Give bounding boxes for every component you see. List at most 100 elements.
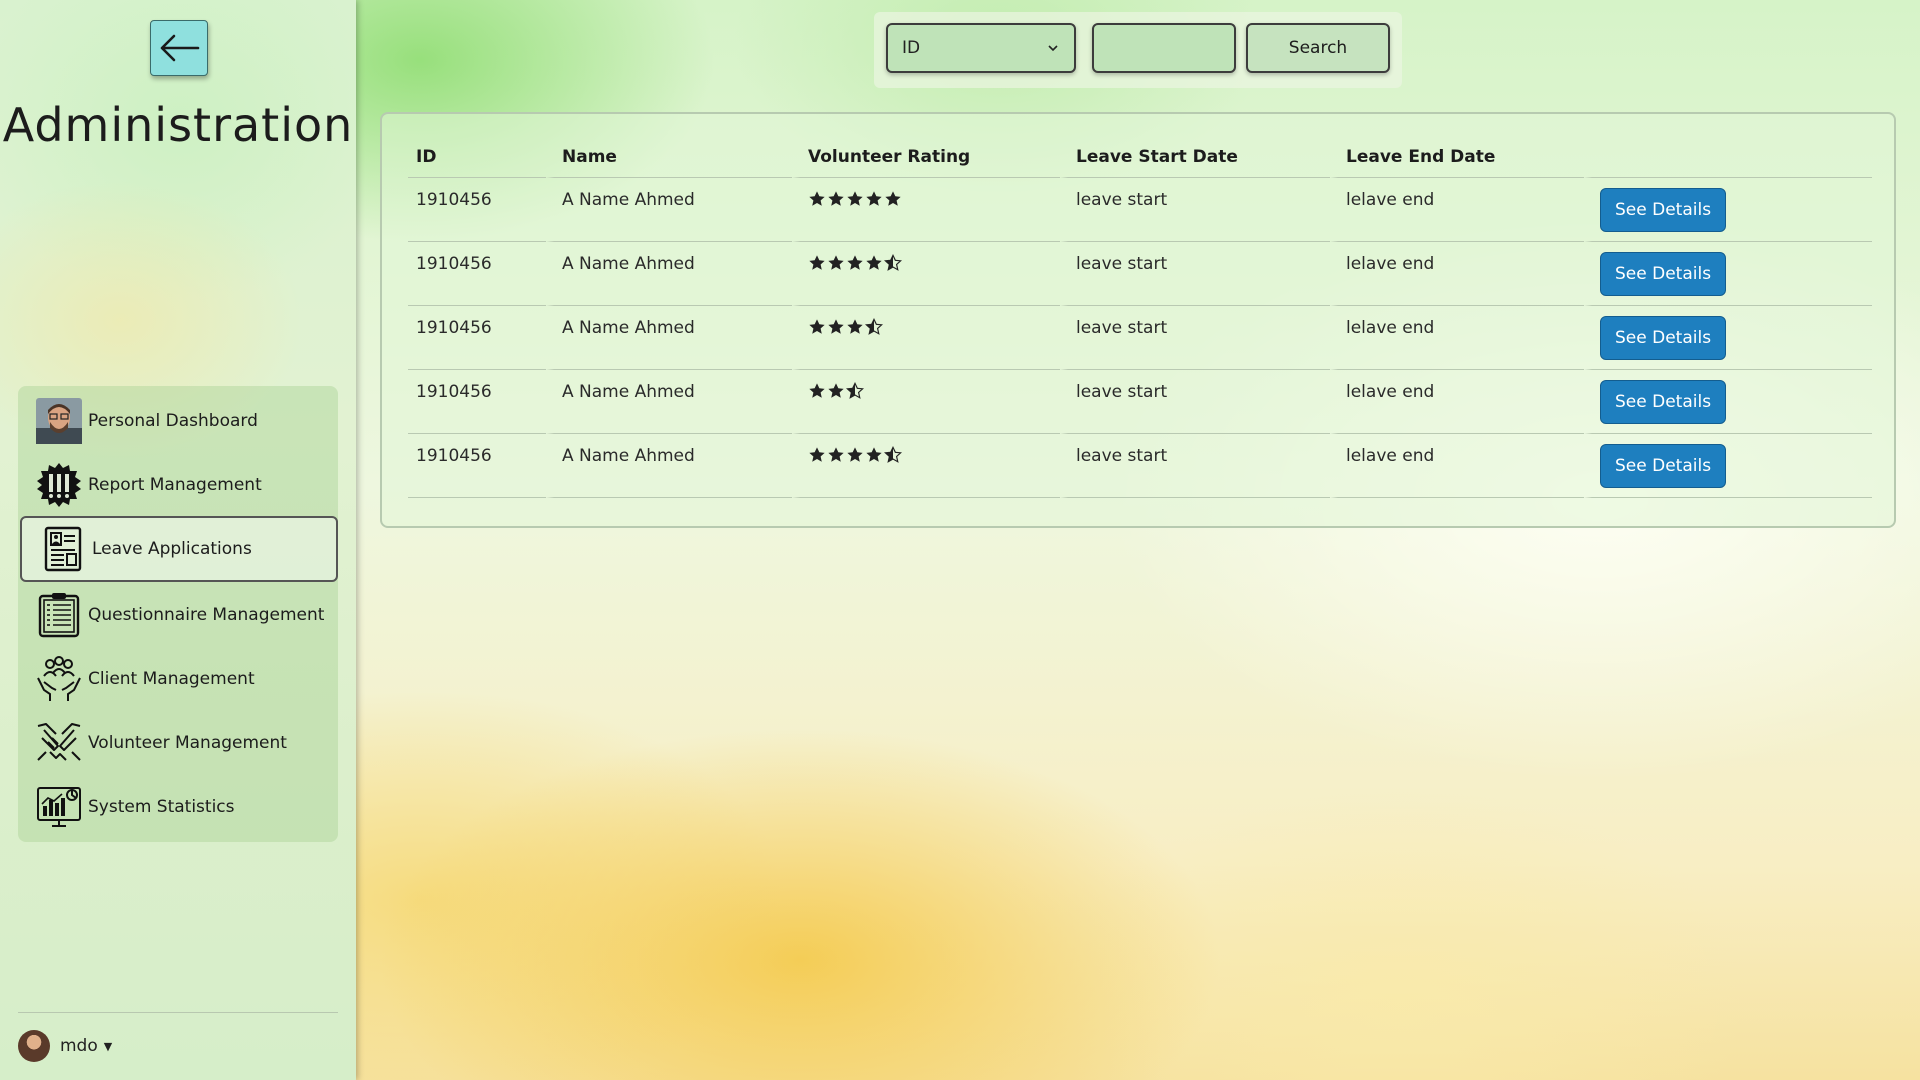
column-header-leave-start-date: Leave Start Date: [1060, 136, 1330, 178]
cell-name: A Name Ahmed: [546, 306, 792, 370]
see-details-button[interactable]: See Details: [1600, 252, 1727, 296]
column-header-actions: [1584, 136, 1872, 178]
leave-applications-table: ID Name Volunteer Rating Leave Start Dat…: [408, 136, 1872, 498]
user-photo-icon: [36, 398, 82, 444]
column-header-leave-end-date: Leave End Date: [1330, 136, 1584, 178]
star-filled-icon: [809, 447, 825, 462]
cell-rating: [792, 434, 1060, 498]
see-details-button[interactable]: See Details: [1600, 380, 1727, 424]
sidebar-item-leave-applications[interactable]: Leave Applications: [20, 516, 338, 582]
cell-leave-end: lelave end: [1330, 434, 1584, 498]
cell-rating: [792, 370, 1060, 434]
star-filled-icon: [828, 255, 844, 270]
sidebar-item-system-statistics[interactable]: System Statistics: [18, 776, 338, 838]
table-row: 1910456 A Name Ahmed leave start lelave …: [408, 434, 1872, 498]
star-filled-icon: [809, 383, 825, 398]
cell-id: 1910456: [408, 434, 546, 498]
cell-leave-start: leave start: [1060, 434, 1330, 498]
see-details-button[interactable]: See Details: [1600, 188, 1727, 232]
cell-id: 1910456: [408, 306, 546, 370]
column-header-volunteer-rating: Volunteer Rating: [792, 136, 1060, 178]
sidebar-item-label: Volunteer Management: [88, 733, 287, 753]
table-row: 1910456 A Name Ahmed leave start lelave …: [408, 306, 1872, 370]
search-filter-value: ID: [902, 38, 921, 58]
sidebar-item-questionnaire-management[interactable]: Questionnaire Management: [18, 584, 338, 646]
star-rating: [808, 318, 883, 336]
star-rating: [808, 190, 902, 208]
column-header-name: Name: [546, 136, 792, 178]
cell-action: See Details: [1584, 434, 1872, 498]
star-filled-icon: [809, 319, 825, 334]
star-filled-icon: [809, 255, 825, 270]
cell-action: See Details: [1584, 370, 1872, 434]
search-input[interactable]: [1092, 23, 1236, 73]
user-menu[interactable]: mdo ▼: [18, 1030, 112, 1062]
star-filled-icon: [828, 383, 844, 398]
star-filled-icon: [866, 447, 882, 462]
sidebar: Administration Personal Dashboard Report…: [0, 0, 356, 1080]
table-header-row: ID Name Volunteer Rating Leave Start Dat…: [408, 136, 1872, 178]
sidebar-divider: [18, 1012, 338, 1013]
arrow-left-icon: [160, 34, 200, 62]
sidebar-item-label: Leave Applications: [92, 539, 252, 559]
star-half-icon: [846, 382, 864, 399]
star-rating: [808, 254, 902, 272]
cell-leave-end: lelave end: [1330, 178, 1584, 242]
handshake-icon: [36, 720, 82, 766]
see-details-button[interactable]: See Details: [1600, 316, 1727, 360]
cell-name: A Name Ahmed: [546, 178, 792, 242]
see-details-button[interactable]: See Details: [1600, 444, 1727, 488]
sidebar-item-label: System Statistics: [88, 797, 235, 817]
sidebar-item-report-management[interactable]: Report Management: [18, 454, 338, 516]
avatar: [18, 1030, 50, 1062]
back-button[interactable]: [150, 20, 208, 76]
cell-rating: [792, 242, 1060, 306]
star-filled-icon: [847, 319, 863, 334]
sidebar-item-client-management[interactable]: Client Management: [18, 648, 338, 710]
cell-leave-start: leave start: [1060, 370, 1330, 434]
cell-leave-end: lelave end: [1330, 242, 1584, 306]
star-half-icon: [884, 446, 902, 463]
chevron-down-icon: [1048, 45, 1058, 52]
cell-leave-start: leave start: [1060, 306, 1330, 370]
star-filled-icon: [809, 191, 825, 206]
sidebar-menu: Personal Dashboard Report Management Lea…: [18, 386, 338, 842]
leave-applications-table-card: ID Name Volunteer Rating Leave Start Dat…: [380, 112, 1896, 528]
cell-action: See Details: [1584, 242, 1872, 306]
star-filled-icon: [885, 191, 901, 206]
search-bar: ID Search: [874, 12, 1402, 88]
search-button[interactable]: Search: [1246, 23, 1390, 73]
document-icon: [40, 526, 86, 572]
sidebar-item-label: Report Management: [88, 475, 262, 495]
cell-id: 1910456: [408, 242, 546, 306]
cell-action: See Details: [1584, 178, 1872, 242]
star-filled-icon: [847, 255, 863, 270]
star-filled-icon: [828, 191, 844, 206]
sidebar-item-volunteer-management[interactable]: Volunteer Management: [18, 712, 338, 774]
cell-leave-end: lelave end: [1330, 306, 1584, 370]
star-filled-icon: [847, 191, 863, 206]
star-rating: [808, 382, 864, 400]
people-hands-icon: [36, 656, 82, 702]
sidebar-item-personal-dashboard[interactable]: Personal Dashboard: [18, 390, 338, 452]
cell-leave-start: leave start: [1060, 242, 1330, 306]
caret-down-icon: ▼: [103, 1039, 113, 1053]
cell-name: A Name Ahmed: [546, 370, 792, 434]
star-filled-icon: [866, 191, 882, 206]
page-title: Administration: [2, 98, 354, 152]
star-filled-icon: [866, 255, 882, 270]
stats-monitor-icon: [36, 784, 82, 830]
table-row: 1910456 A Name Ahmed leave start lelave …: [408, 178, 1872, 242]
sidebar-item-label: Questionnaire Management: [88, 605, 325, 625]
star-rating: [808, 446, 902, 464]
cell-rating: [792, 178, 1060, 242]
cell-name: A Name Ahmed: [546, 434, 792, 498]
star-filled-icon: [828, 447, 844, 462]
search-filter-select[interactable]: ID: [886, 23, 1076, 73]
cell-id: 1910456: [408, 370, 546, 434]
cell-id: 1910456: [408, 178, 546, 242]
table-row: 1910456 A Name Ahmed leave start lelave …: [408, 242, 1872, 306]
column-header-id: ID: [408, 136, 546, 178]
cell-rating: [792, 306, 1060, 370]
clipboard-list-icon: [36, 592, 82, 638]
